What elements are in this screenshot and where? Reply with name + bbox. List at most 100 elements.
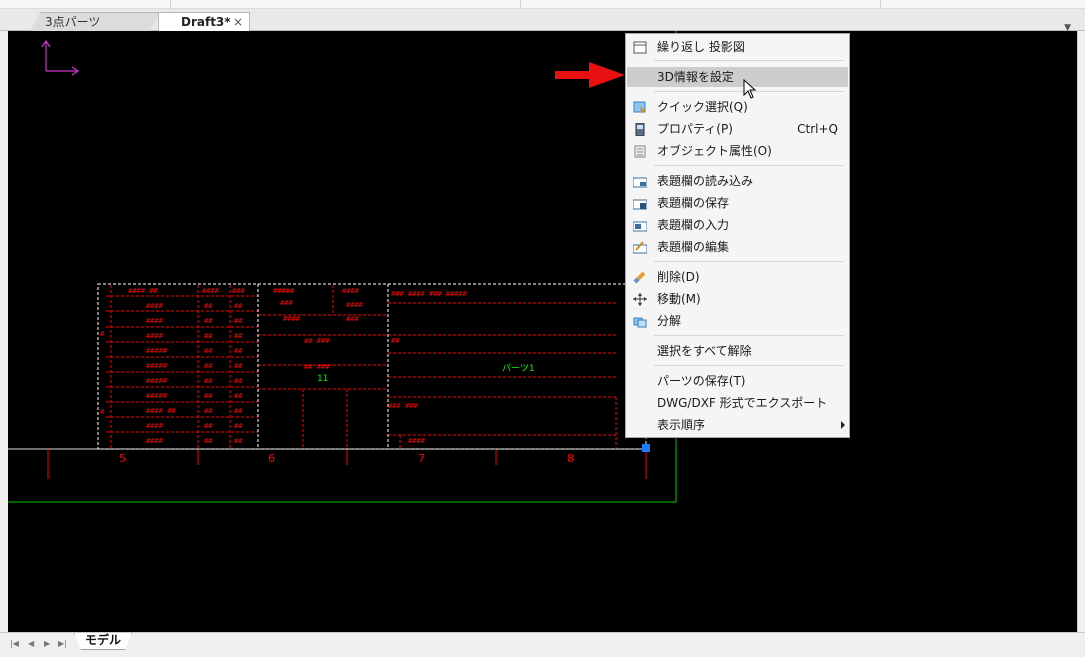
selection-outline [97,283,647,450]
menu-item-deselect-all[interactable]: 選択をすべて解除 [627,341,848,361]
svg-text:####: #### [283,315,301,323]
menu-item-export-dwg-dxf[interactable]: DWG/DXF 形式でエクスポート [627,393,848,413]
menu-item-save-part[interactable]: パーツの保存(T) [627,371,848,391]
svg-text:##: ## [234,392,243,400]
menu-separator [654,60,844,61]
menu-item-shortcut: Ctrl+Q [797,122,838,136]
menu-item-label: 表題欄の読み込み [657,174,754,188]
context-menu: 繰り返し 投影図 3D情報を設定 クイック選択(Q) プロパティ(P) Ctrl… [625,33,850,438]
close-icon[interactable]: × [233,13,243,31]
selection-grip[interactable] [642,444,650,452]
zone-number: 5 [119,452,126,465]
svg-text:##: ## [391,337,400,345]
menu-item-move[interactable]: 移動(M) [627,289,848,309]
divider [170,0,171,9]
next-tab-icon[interactable]: ▶ [44,639,50,648]
move-icon [633,292,647,306]
menu-item-label: DWG/DXF 形式でエクスポート [657,396,828,410]
svg-text:##: ## [204,347,213,355]
svg-text:####: #### [408,437,426,445]
menu-item-title-block-read[interactable]: 表題欄の読み込み [627,171,848,191]
zone-number: 7 [418,452,425,465]
menu-item-quick-select[interactable]: クイック選択(Q) [627,97,848,117]
menu-item-label: 分解 [657,314,682,328]
svg-text:##: ## [234,332,243,340]
svg-text:#: # [100,330,105,338]
menu-item-label: オブジェクト属性(O) [657,144,772,158]
menu-separator [654,365,844,366]
svg-text:###: ### [346,315,359,323]
properties-icon [633,122,647,137]
divider [880,0,881,9]
menu-item-title-block-save[interactable]: 表題欄の保存 [627,193,848,213]
menu-item-label: 繰り返し 投影図 [657,40,745,54]
menu-item-label: 表題欄の保存 [657,196,730,210]
menu-item-display-order[interactable]: 表示順序 [627,415,848,435]
menu-item-label: 選択をすべて解除 [657,344,752,358]
svg-text:##: ## [234,347,243,355]
drawing-canvas[interactable]: 5 6 7 8 #### ## #### ### #### #### #### … [8,31,1077,632]
svg-text:##: ## [204,422,213,430]
title-block[interactable] [106,285,618,449]
mouse-cursor-icon [743,78,757,103]
title-block-edit-icon [632,240,648,254]
menu-item-title-block-input[interactable]: 表題欄の入力 [627,215,848,235]
first-tab-icon[interactable]: |◀ [10,639,19,648]
submenu-arrow-icon [841,421,845,429]
svg-text:#####: ##### [146,377,168,385]
svg-text:#### ##: #### ## [128,287,158,295]
svg-text:###: ### [232,287,245,295]
title-block-save-icon [632,196,648,210]
menu-item-label: 表題欄の入力 [657,218,730,232]
svg-text:##: ## [234,317,243,325]
small-green-label: 11 [317,374,328,384]
svg-text:##: ## [234,422,243,430]
menu-item-label: 移動(M) [657,292,701,306]
divider [520,0,521,9]
tab-3ten-parts[interactable]: 3点パーツ_2022.ics* [30,12,160,31]
svg-text:##: ## [204,377,213,385]
tab-draft3[interactable]: Draft3* × [158,12,250,31]
last-tab-icon[interactable]: ▶| [58,639,67,648]
prev-tab-icon[interactable]: ◀ [28,639,34,648]
svg-text:####: #### [202,287,220,295]
svg-text:#####: ##### [146,362,168,370]
svg-text:####: #### [342,287,360,295]
menu-item-label: パーツの保存(T) [657,374,746,388]
menu-item-set-3d-info[interactable]: 3D情報を設定 [627,67,848,87]
menu-separator [654,261,844,262]
svg-text:##: ## [234,302,243,310]
svg-text:####: #### [146,332,164,340]
svg-text:##: ## [204,407,213,415]
svg-text:####: #### [146,422,164,430]
right-scroll-edge[interactable] [1077,31,1085,632]
tab-model[interactable]: モデル [74,633,133,650]
title-block-text: #### ## #### ### #### #### #### ##### ##… [100,287,468,445]
svg-text:####: #### [146,317,164,325]
menu-item-properties[interactable]: プロパティ(P) Ctrl+Q [627,119,848,139]
top-toolbar-strip [0,0,1085,9]
menu-item-label: プロパティ(P) [657,122,733,136]
object-attributes-icon [633,144,647,158]
svg-text:##: ## [204,437,213,445]
menu-item-title-block-edit[interactable]: 表題欄の編集 [627,237,848,257]
axis-indicator-icon [41,39,80,76]
menu-separator [654,165,844,166]
menu-item-object-attributes[interactable]: オブジェクト属性(O) [627,141,848,161]
svg-text:### #### ### #####: ### #### ### ##### [391,290,468,298]
svg-text:##: ## [204,302,213,310]
svg-text:## ###: ## ### [304,337,330,345]
layout-tab-bar: |◀ ◀ ▶ ▶| モデル [0,632,1085,657]
svg-text:##: ## [234,407,243,415]
svg-text:##: ## [204,317,213,325]
svg-text:#: # [100,408,105,416]
menu-item-repeat-projection[interactable]: 繰り返し 投影図 [627,37,848,57]
menu-item-delete[interactable]: 削除(D) [627,267,848,287]
menu-item-label: 削除(D) [657,270,700,284]
zone-number: 6 [268,452,275,465]
svg-text:##: ## [234,377,243,385]
tab-label: Draft3* [181,15,231,29]
menu-item-explode[interactable]: 分解 [627,311,848,331]
svg-text:## ###: ## ### [304,363,330,371]
left-edge [0,31,8,632]
